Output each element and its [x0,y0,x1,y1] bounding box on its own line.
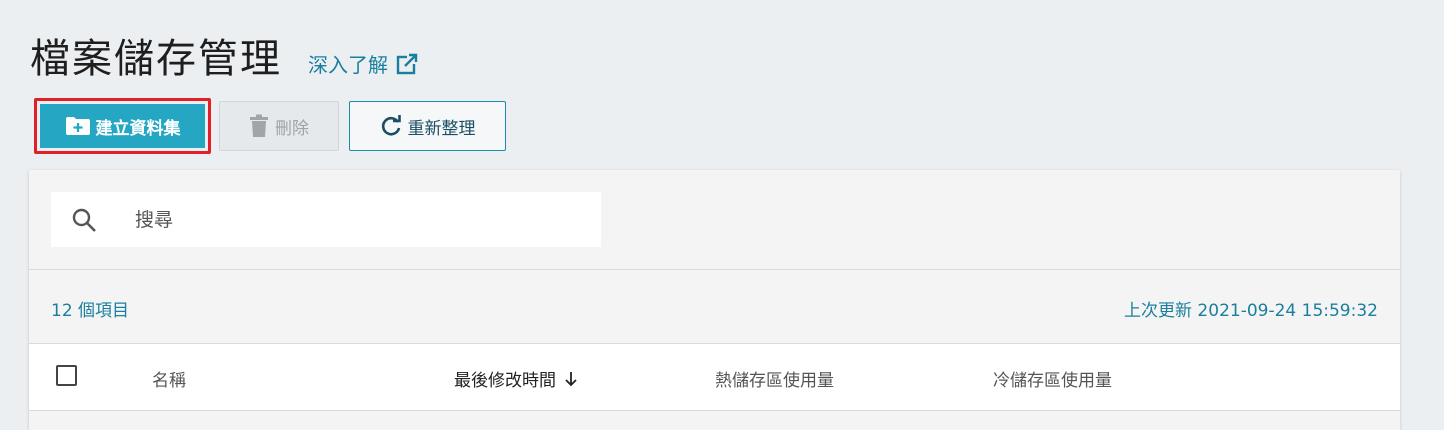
folder-plus-icon [65,117,90,135]
search-bar[interactable] [51,192,601,247]
create-dataset-label: 建立資料集 [95,118,181,139]
search-icon [72,208,96,232]
delete-label: 刪除 [275,118,309,139]
external-link-icon [396,53,418,74]
refresh-label: 重新整理 [407,118,476,139]
delete-button[interactable]: 刪除 [219,101,339,151]
create-dataset-button[interactable]: 建立資料集 [34,98,211,154]
search-input[interactable] [133,207,557,232]
page-header: 檔案儲存管理 深入了解 [30,26,418,84]
toolbar: 建立資料集 刪除 重新整理 [34,98,516,154]
table-header: 名稱 最後修改時間 熱儲存區使用量 冷儲存區使用量 [29,343,1400,411]
refresh-icon [381,115,401,136]
learn-more-label: 深入了解 [308,53,388,77]
divider [29,269,1400,270]
column-name[interactable]: 名稱 [152,366,186,391]
refresh-button[interactable]: 重新整理 [349,101,506,151]
column-hot-storage[interactable]: 熱儲存區使用量 [715,366,834,391]
learn-more-link[interactable]: 深入了解 [308,49,418,78]
column-last-modified-label: 最後修改時間 [454,371,556,391]
dataset-panel: 12 個項目 上次更新 2021-09-24 15:59:32 名稱 最後修改時… [29,170,1400,430]
column-cold-storage[interactable]: 冷儲存區使用量 [993,366,1112,391]
item-count: 12 個項目 [51,301,130,321]
page-title: 檔案儲存管理 [30,36,282,82]
last-updated: 上次更新 2021-09-24 15:59:32 [1124,301,1378,321]
trash-icon [250,114,268,137]
column-last-modified[interactable]: 最後修改時間 [454,366,578,391]
arrow-down-icon [565,371,577,386]
select-all-checkbox[interactable] [56,365,77,386]
